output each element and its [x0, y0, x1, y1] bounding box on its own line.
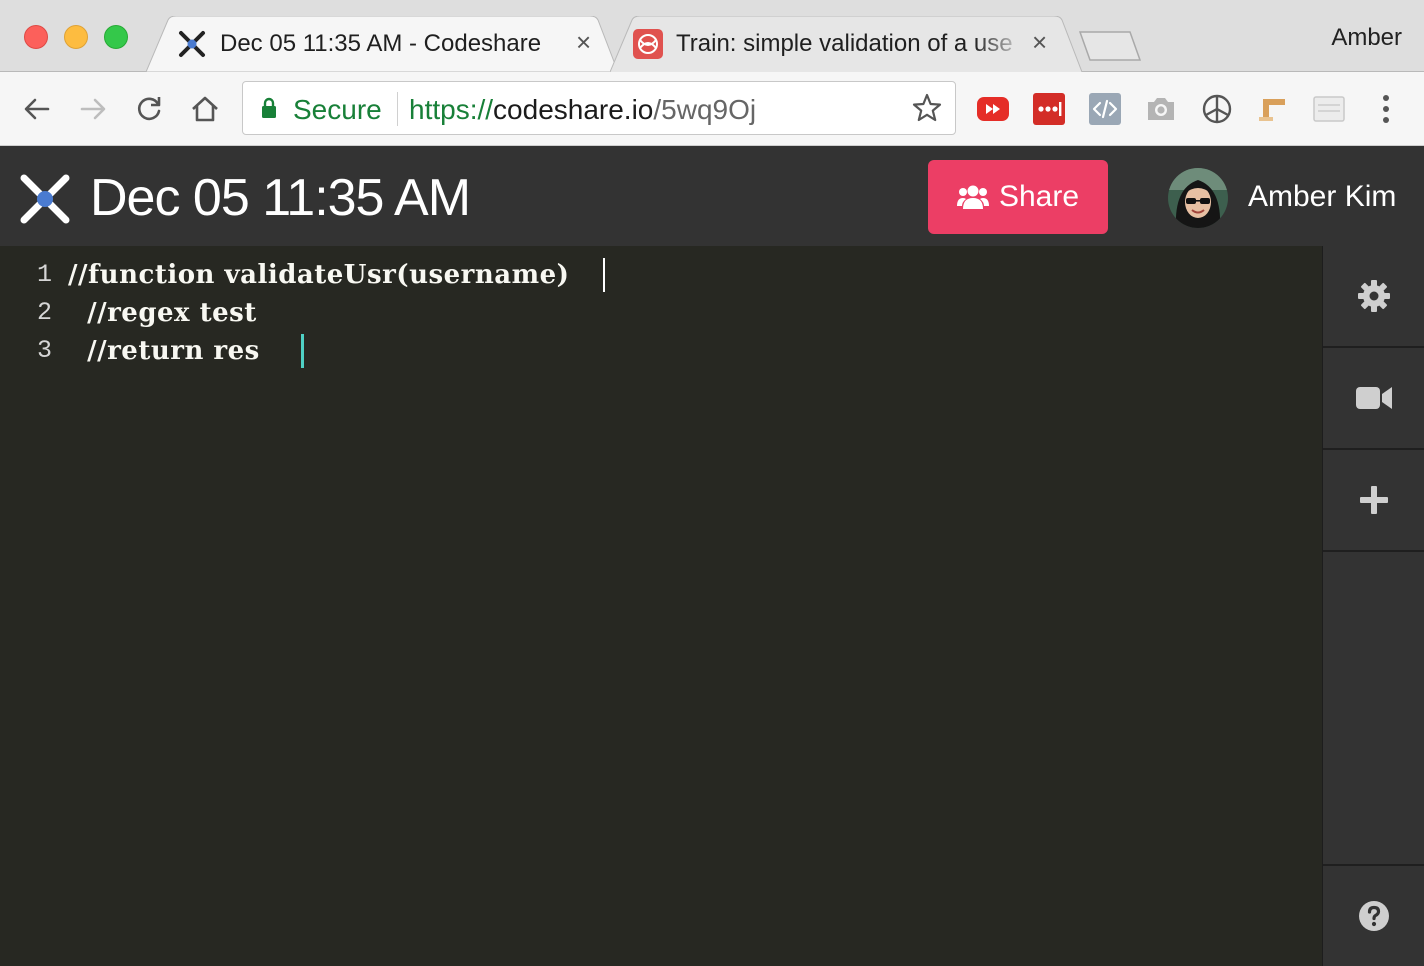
url-scheme: https://: [409, 94, 494, 125]
browser-tab-strip: Dec 05 11:35 AM - Codeshare × Train: sim…: [0, 0, 1424, 72]
remote-cursor: [603, 258, 605, 292]
line-code[interactable]: //return res: [68, 336, 260, 366]
plus-icon: [1360, 486, 1388, 514]
reload-button[interactable]: [130, 90, 168, 128]
lastpass-icon: [1033, 93, 1065, 125]
tab-title: Train: simple validation of a use: [676, 30, 1013, 57]
gitlab-pipe-icon: [1259, 99, 1285, 121]
forward-arrow-icon: [80, 98, 106, 120]
zoom-window-button[interactable]: [104, 25, 128, 49]
settings-icon: [1358, 280, 1390, 312]
help-button[interactable]: [1323, 864, 1424, 966]
forward-button[interactable]: [74, 90, 112, 128]
reload-icon: [138, 97, 161, 121]
code-viewer-icon: [1089, 93, 1121, 125]
line-number: 3: [36, 336, 52, 365]
tab-codewars[interactable]: Train: simple validation of a use ×: [610, 16, 1082, 72]
editor-line[interactable]: 1 //function validateUsr(username): [0, 254, 1322, 292]
code-editor[interactable]: 1 //function validateUsr(username) 2 //r…: [0, 246, 1322, 966]
help-icon: [1359, 901, 1389, 931]
users-icon: [956, 185, 989, 209]
secure-label: Secure: [293, 94, 382, 125]
line-number: 1: [36, 260, 52, 289]
profile-name[interactable]: Amber: [1331, 24, 1402, 52]
share-button[interactable]: Share: [928, 160, 1108, 234]
share-label: Share: [998, 180, 1080, 213]
text-cursor: [301, 334, 304, 368]
address-bar[interactable]: Secure https://codeshare.io/5wq9Oj: [242, 81, 956, 135]
close-tab-icon[interactable]: ×: [576, 28, 591, 56]
settings-button[interactable]: [1323, 246, 1424, 348]
window-extension[interactable]: [1312, 92, 1346, 126]
lastpass-extension[interactable]: [1032, 92, 1066, 126]
add-button[interactable]: [1323, 450, 1424, 552]
close-tab-icon[interactable]: ×: [1032, 28, 1047, 56]
codeshare-header: Dec 05 11:35 AM Share Amber Kim: [0, 146, 1424, 246]
codeshare-logo-icon[interactable]: [18, 172, 72, 226]
video-button[interactable]: [1323, 348, 1424, 450]
editor-line[interactable]: 2 //regex test: [0, 292, 1322, 330]
back-button[interactable]: [18, 90, 56, 128]
minimize-window-button[interactable]: [64, 25, 88, 49]
url-host: codeshare.io: [493, 94, 654, 125]
video-icon: [1356, 387, 1392, 409]
omnibox-divider: [397, 92, 398, 126]
line-code[interactable]: //regex test: [68, 298, 257, 328]
codewars-icon: [633, 29, 663, 59]
window-icon: [1313, 96, 1345, 122]
lock-icon: [262, 97, 276, 118]
tab-title: Dec 05 11:35 AM - Codeshare: [220, 30, 542, 57]
chrome-menu-icon[interactable]: [1374, 92, 1398, 126]
url-text[interactable]: https://codeshare.io/5wq9Oj: [409, 94, 756, 126]
pipe-extension[interactable]: [1256, 92, 1290, 126]
openai-icon: [1202, 94, 1232, 124]
editor-line[interactable]: 3 //return res: [0, 330, 1322, 368]
youtube-extension[interactable]: [976, 92, 1010, 126]
browser-toolbar: Secure https://codeshare.io/5wq9Oj: [0, 72, 1424, 146]
codeshare-icon: [179, 31, 205, 57]
code-viewer-extension[interactable]: [1088, 92, 1122, 126]
user-name[interactable]: Amber Kim: [1248, 180, 1396, 214]
new-tab-button[interactable]: [1078, 30, 1142, 62]
screenshot-extension[interactable]: [1144, 92, 1178, 126]
openai-extension[interactable]: [1200, 92, 1234, 126]
tab-codeshare[interactable]: Dec 05 11:35 AM - Codeshare ×: [146, 16, 618, 72]
youtube-icon: [977, 97, 1009, 121]
document-title[interactable]: Dec 05 11:35 AM: [90, 168, 471, 228]
back-arrow-icon: [24, 98, 50, 120]
close-window-button[interactable]: [24, 25, 48, 49]
home-button[interactable]: [186, 90, 224, 128]
user-photo: [1168, 168, 1228, 228]
avatar[interactable]: [1168, 168, 1228, 228]
line-code[interactable]: //function validateUsr(username): [68, 260, 569, 290]
home-icon: [192, 96, 218, 122]
line-number: 2: [36, 298, 52, 327]
camera-icon: [1148, 98, 1174, 120]
bookmark-star-icon[interactable]: [911, 92, 943, 124]
editor-sidebar: [1322, 246, 1424, 966]
url-path: /5wq9Oj: [653, 94, 757, 125]
